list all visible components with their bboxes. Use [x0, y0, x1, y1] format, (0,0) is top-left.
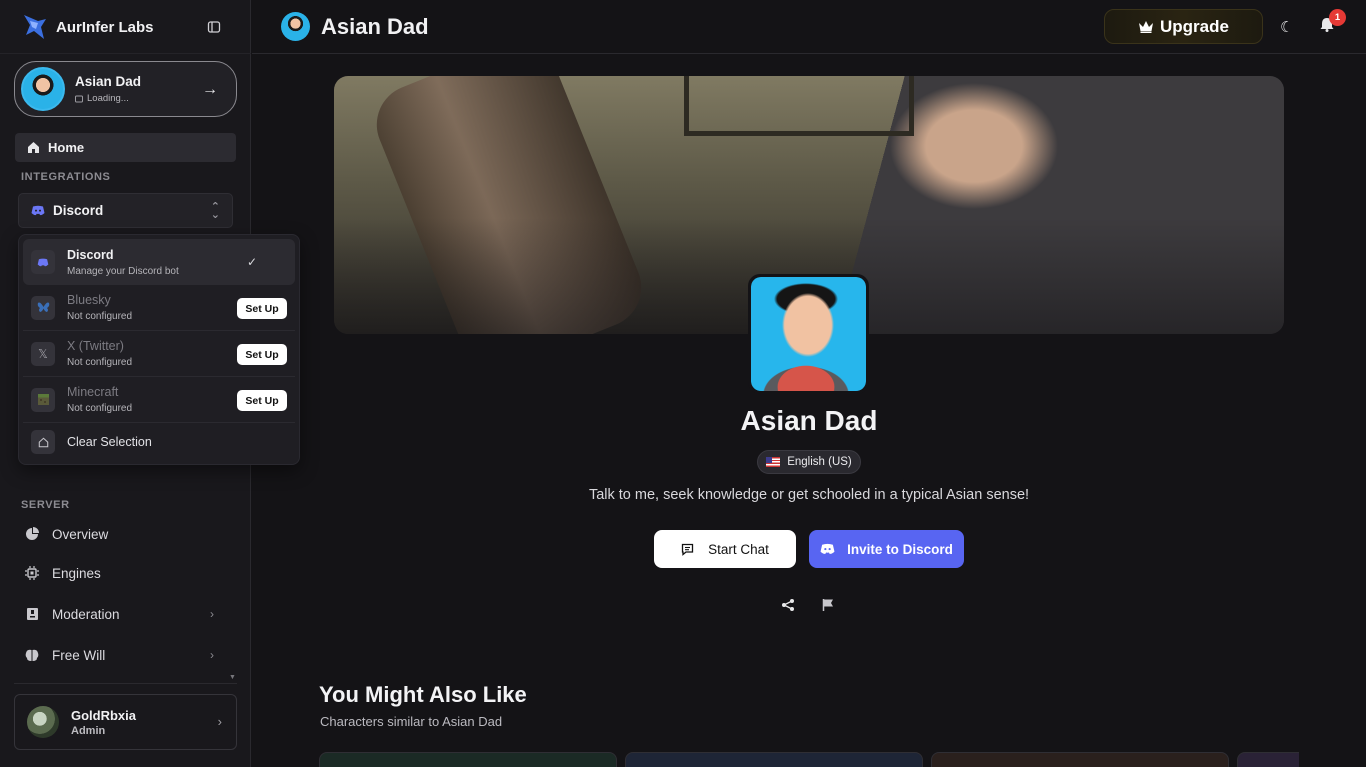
- similar-character-card[interactable]: [319, 752, 617, 767]
- scroll-down-icon[interactable]: ▼: [229, 674, 236, 681]
- discord-icon: [820, 543, 835, 554]
- server-icon: [75, 95, 83, 102]
- discord-icon: [31, 250, 55, 274]
- setup-bluesky-button[interactable]: Set Up: [237, 298, 287, 319]
- character-status: Loading...: [75, 93, 141, 104]
- nav-overview-label: Overview: [52, 526, 109, 542]
- character-status-text: Loading...: [87, 93, 129, 104]
- chevron-right-icon: ›: [210, 607, 214, 621]
- profile-name: Asian Dad: [740, 405, 878, 436]
- integration-select[interactable]: Discord ⌃ ⌄: [18, 193, 233, 228]
- start-chat-button[interactable]: Start Chat: [654, 530, 796, 568]
- butterfly-icon: [31, 295, 55, 320]
- profile-tagline: Talk to me, seek knowledge or get school…: [588, 487, 1030, 503]
- invite-discord-button[interactable]: Invite to Discord: [809, 530, 964, 568]
- sidebar: AurInfer Labs Asian Dad Loading... → Hom…: [0, 0, 300, 767]
- similar-character-card[interactable]: [1237, 752, 1299, 767]
- arrow-right-icon: →: [202, 81, 218, 98]
- option-title: Bluesky: [67, 293, 111, 307]
- brand[interactable]: AurInfer Labs: [22, 12, 154, 42]
- top-bar: Asian Dad Upgrade ☾ 1: [252, 0, 1366, 54]
- option-subtitle: Not configured: [67, 311, 133, 322]
- nav-engines-label: Engines: [52, 565, 101, 581]
- language-label: English (US): [787, 456, 852, 468]
- chevron-right-icon: ›: [217, 714, 222, 729]
- nav-home[interactable]: Home: [15, 133, 236, 162]
- pie-chart-icon: [24, 526, 40, 542]
- nav-moderation[interactable]: Moderation ›: [24, 603, 214, 625]
- nav-engines[interactable]: Engines: [24, 562, 214, 584]
- report-flag-icon[interactable]: [822, 598, 834, 612]
- invite-discord-label: Invite to Discord: [847, 541, 953, 557]
- clear-selection-label: Clear Selection: [67, 435, 152, 449]
- us-flag-icon: [766, 457, 781, 467]
- upgrade-label: Upgrade: [1160, 16, 1229, 36]
- setup-x-button[interactable]: Set Up: [237, 344, 287, 365]
- profile-avatar-image: [751, 277, 866, 391]
- chat-icon: [681, 543, 694, 556]
- sidebar-toggle-icon[interactable]: [207, 20, 221, 34]
- similar-section-title: You Might Also Like: [319, 682, 527, 707]
- integration-select-value: Discord: [53, 203, 104, 218]
- option-title: X (Twitter): [67, 339, 124, 353]
- user-menu[interactable]: GoldRbxia Admin ›: [14, 694, 237, 750]
- home-icon: [28, 142, 39, 153]
- character-name: Asian Dad: [75, 74, 142, 89]
- similar-character-card[interactable]: [625, 752, 923, 767]
- option-subtitle: Not configured: [67, 357, 133, 368]
- profile-avatar: [748, 274, 869, 394]
- share-icon[interactable]: [781, 598, 795, 612]
- option-title: Minecraft: [67, 385, 119, 399]
- chevron-right-icon: ›: [210, 648, 214, 662]
- notification-badge: 1: [1329, 9, 1346, 26]
- similar-section-subtitle: Characters similar to Asian Dad: [320, 714, 503, 729]
- moon-icon[interactable]: ☾: [1280, 18, 1293, 36]
- crown-icon: [1139, 21, 1154, 33]
- divider: [0, 53, 251, 54]
- integrations-label: INTEGRATIONS: [21, 171, 111, 183]
- user-name: GoldRbxia: [71, 707, 137, 723]
- chevron-updown-icon: ⌃ ⌄: [210, 201, 220, 221]
- integration-option-bluesky[interactable]: Bluesky Not configured Set Up: [23, 285, 295, 331]
- x-logo-icon: 𝕏: [31, 341, 55, 366]
- similar-character-card[interactable]: [931, 752, 1229, 767]
- check-icon: ✓: [246, 255, 257, 269]
- nav-free-will-label: Free Will: [52, 647, 106, 663]
- divider: [14, 683, 237, 684]
- user-avatar: [27, 706, 59, 738]
- brand-logo-icon: [24, 15, 46, 39]
- header-avatar: [281, 12, 310, 41]
- option-subtitle: Manage your Discord bot: [67, 265, 179, 277]
- nav-overview[interactable]: Overview: [24, 523, 214, 545]
- nav-free-will[interactable]: Free Will ›: [24, 644, 214, 666]
- user-role: Admin: [71, 724, 106, 737]
- nav-home-label: Home: [48, 140, 85, 155]
- option-title: Discord: [67, 247, 114, 262]
- language-badge: English (US): [757, 450, 861, 474]
- nav-moderation-label: Moderation: [52, 606, 120, 622]
- character-avatar: [21, 67, 65, 111]
- integration-option-x[interactable]: 𝕏 X (Twitter) Not configured Set Up: [23, 331, 295, 377]
- character-switcher[interactable]: Asian Dad Loading... →: [14, 61, 237, 117]
- chip-icon: [24, 565, 40, 581]
- gavel-icon: [24, 606, 40, 622]
- server-label: SERVER: [21, 499, 70, 511]
- integration-option-discord[interactable]: Discord Manage your Discord bot ✓: [23, 239, 295, 285]
- start-chat-label: Start Chat: [708, 541, 769, 557]
- page-title: Asian Dad: [321, 14, 429, 39]
- brand-name: AurInfer Labs: [56, 18, 154, 36]
- brain-icon: [24, 647, 40, 663]
- upgrade-button[interactable]: Upgrade: [1104, 9, 1263, 44]
- discord-icon: [31, 205, 45, 216]
